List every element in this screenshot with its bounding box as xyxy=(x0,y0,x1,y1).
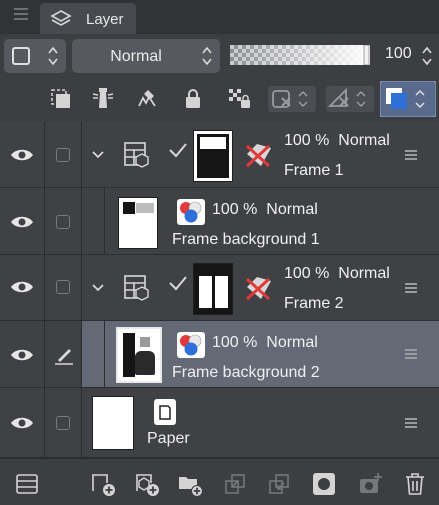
layer-options-toolbar xyxy=(0,78,439,122)
layer-thumbnail xyxy=(118,197,158,249)
layer-color-icon[interactable] xyxy=(380,81,436,117)
layer-check-icon[interactable] xyxy=(56,416,70,430)
opacity-value[interactable]: 100 xyxy=(385,45,412,63)
layer-bottom-toolbar xyxy=(0,458,439,505)
layer-opacity: 100 % Normal xyxy=(284,132,390,150)
transfer-to-lower-layer-icon[interactable] xyxy=(222,471,248,497)
raster-layer-icon xyxy=(177,199,205,225)
checkmark-icon xyxy=(169,276,187,291)
chevron-down-icon[interactable] xyxy=(92,151,104,159)
pen-edit-icon xyxy=(55,349,73,365)
chevron-down-icon[interactable] xyxy=(92,284,104,292)
layer-opacity: 100 % Normal xyxy=(212,201,318,219)
draft-layer-icon[interactable] xyxy=(134,86,160,112)
eye-icon[interactable] xyxy=(10,416,34,430)
layer-check-icon[interactable] xyxy=(56,280,70,294)
edit-target-cell xyxy=(45,388,82,457)
layers-icon xyxy=(50,9,72,29)
ruler-settings-icon[interactable] xyxy=(326,86,374,112)
mask-settings-icon[interactable] xyxy=(268,86,316,112)
eye-icon[interactable] xyxy=(10,348,34,362)
eye-icon[interactable] xyxy=(10,280,34,294)
spinner-icon xyxy=(48,46,58,66)
layer-row[interactable]: 100 % Normal Frame 1 xyxy=(0,122,439,188)
panel-titlebar: Layer xyxy=(0,0,439,34)
layer-thumbnail xyxy=(116,327,162,383)
drag-handle-icon[interactable] xyxy=(405,418,417,428)
layer-mask-disabled-icon[interactable] xyxy=(243,271,275,303)
lock-transparent-pixels-icon[interactable] xyxy=(226,86,252,112)
layer-name[interactable]: Paper xyxy=(147,430,190,448)
layer-mask-disabled-icon[interactable] xyxy=(243,138,275,170)
blend-opacity-toolbar: Normal 100 xyxy=(0,34,439,78)
layer-list: 100 % Normal Frame 1 100 % Normal Frame … xyxy=(0,122,439,458)
drag-handle-icon[interactable] xyxy=(405,283,417,293)
new-raster-layer-icon[interactable] xyxy=(90,471,116,497)
layer-name[interactable]: Frame background 1 xyxy=(172,231,320,249)
visibility-cell xyxy=(0,255,45,320)
frame-folder-icon xyxy=(124,142,149,168)
tab-layer[interactable]: Layer xyxy=(40,3,136,34)
delete-layer-icon[interactable] xyxy=(402,471,428,497)
tab-layer-label: Layer xyxy=(86,11,124,28)
layer-opacity: 100 % Normal xyxy=(212,334,318,352)
layer-thumbnail xyxy=(193,130,233,182)
opacity-text: 100 % xyxy=(212,334,258,351)
visibility-cell xyxy=(0,122,45,187)
clip-to-layer-below-icon[interactable] xyxy=(48,86,74,112)
layer-name[interactable]: Frame background 2 xyxy=(172,364,320,382)
edit-target-cell xyxy=(45,255,82,320)
frame-folder-icon xyxy=(124,275,149,301)
layer-check-icon[interactable] xyxy=(56,148,70,162)
visibility-cell xyxy=(0,388,45,457)
apply-mask-icon[interactable] xyxy=(358,471,384,497)
blend-text: Normal xyxy=(338,265,390,282)
expression-color-icon xyxy=(12,47,30,65)
spinner-icon xyxy=(202,46,212,66)
layer-opacity: 100 % Normal xyxy=(284,265,390,283)
combine-with-layer-below-icon[interactable] xyxy=(266,471,292,497)
eye-icon[interactable] xyxy=(10,148,34,162)
layer-property-icon[interactable] xyxy=(14,471,40,497)
opacity-text: 100 % xyxy=(284,265,330,282)
opacity-text: 100 % xyxy=(284,132,330,149)
raster-layer-icon xyxy=(177,332,205,358)
indent-divider xyxy=(104,188,105,255)
drag-handle-icon[interactable] xyxy=(405,150,417,160)
blend-text: Normal xyxy=(338,132,390,149)
checkmark-icon xyxy=(169,143,187,158)
layer-row[interactable]: 100 % Normal Frame background 1 xyxy=(0,188,439,255)
visibility-cell xyxy=(0,321,45,387)
blend-mode-select[interactable]: Normal xyxy=(72,39,220,73)
edit-target-cell xyxy=(45,321,82,387)
layer-row[interactable]: Paper xyxy=(0,388,439,458)
paper-layer-icon xyxy=(154,399,176,425)
opacity-text: 100 % xyxy=(212,201,258,218)
visibility-cell xyxy=(0,188,45,254)
blend-text: Normal xyxy=(266,201,318,218)
lock-layer-icon[interactable] xyxy=(180,86,206,112)
layer-thumbnail xyxy=(193,263,233,315)
new-vector-layer-icon[interactable] xyxy=(134,471,160,497)
layer-row-selected[interactable]: 100 % Normal Frame background 2 xyxy=(0,321,439,388)
create-layer-mask-icon[interactable] xyxy=(311,471,337,497)
expression-color-select[interactable] xyxy=(4,39,66,73)
edit-target-cell xyxy=(45,188,82,254)
blend-mode-value: Normal xyxy=(110,48,162,65)
reference-layer-icon[interactable] xyxy=(90,86,116,112)
layer-thumbnail xyxy=(92,396,134,450)
eye-icon[interactable] xyxy=(10,215,34,229)
layer-name[interactable]: Frame 1 xyxy=(284,162,344,180)
opacity-spinner-icon[interactable] xyxy=(422,44,432,68)
layer-name[interactable]: Frame 2 xyxy=(284,295,344,313)
blend-text: Normal xyxy=(266,334,318,351)
drag-handle-icon[interactable] xyxy=(405,349,417,359)
opacity-slider[interactable] xyxy=(230,45,370,65)
layer-row[interactable]: 100 % Normal Frame 2 xyxy=(0,255,439,321)
panel-menu-icon[interactable] xyxy=(14,8,28,20)
new-folder-icon[interactable] xyxy=(177,471,203,497)
indent-divider xyxy=(104,321,105,388)
layer-check-icon[interactable] xyxy=(56,215,70,229)
edit-target-cell xyxy=(45,122,82,187)
